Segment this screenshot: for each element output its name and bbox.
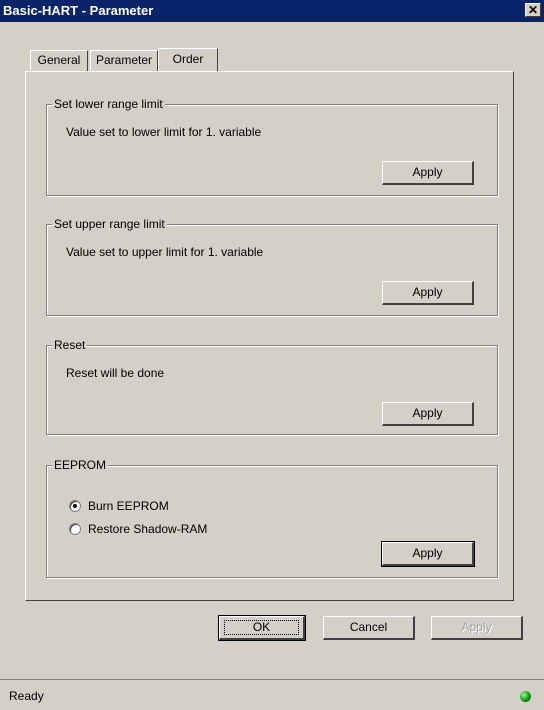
tab-general[interactable]: General [30, 50, 88, 71]
ok-focus-rect [224, 620, 299, 635]
apply-label: Apply [461, 620, 492, 634]
status-bar: Ready [0, 679, 544, 710]
apply-reset-label: Apply [412, 406, 443, 420]
tab-order-label: Order [172, 52, 204, 66]
group-reset-legend: Reset [52, 338, 88, 352]
ok-button[interactable]: OK [218, 615, 306, 641]
radio-restore-shadow-ram-indicator[interactable] [69, 523, 81, 535]
group-reset: Reset Reset will be done Apply [46, 338, 498, 435]
cancel-button[interactable]: Cancel [323, 616, 415, 640]
tab-parameter-label: Parameter [95, 53, 153, 67]
radio-restore-shadow-ram[interactable]: Restore Shadow-RAM [69, 522, 207, 536]
tab-panel-order: Set lower range limit Value set to lower… [25, 71, 514, 601]
radio-burn-eeprom-indicator[interactable] [69, 500, 81, 512]
tab-order[interactable]: Order [158, 48, 218, 71]
radio-burn-eeprom[interactable]: Burn EEPROM [69, 499, 169, 513]
tab-general-label: General [37, 53, 81, 67]
cancel-label: Cancel [349, 620, 388, 634]
upper-range-description: Value set to upper limit for 1. variable [66, 245, 264, 259]
lower-range-description: Value set to lower limit for 1. variable [66, 125, 262, 139]
group-lower-range: Set lower range limit Value set to lower… [46, 97, 498, 196]
close-button[interactable]: ✕ [525, 3, 541, 17]
apply-lower-range-button[interactable]: Apply [382, 161, 474, 185]
apply-upper-range-label: Apply [412, 285, 443, 299]
apply-upper-range-button[interactable]: Apply [382, 281, 474, 305]
reset-description: Reset will be done [66, 366, 165, 380]
group-lower-range-legend: Set lower range limit [52, 97, 165, 111]
apply-reset-button[interactable]: Apply [382, 402, 474, 426]
group-eeprom: EEPROM Burn EEPROM Restore Shadow-RAM Ap… [46, 458, 498, 578]
status-ok-icon [520, 691, 531, 702]
apply-lower-range-label: Apply [412, 165, 443, 179]
apply-eeprom-button[interactable]: Apply [381, 541, 475, 567]
title-bar: Basic-HART - Parameter ✕ [0, 0, 544, 22]
status-text: Ready [9, 689, 44, 703]
group-eeprom-legend: EEPROM [52, 458, 109, 472]
close-icon: ✕ [527, 3, 539, 17]
apply-eeprom-label: Apply [412, 546, 443, 560]
radio-burn-eeprom-label: Burn EEPROM [88, 499, 169, 513]
group-upper-range: Set upper range limit Value set to upper… [46, 217, 498, 316]
radio-restore-shadow-ram-label: Restore Shadow-RAM [88, 522, 208, 536]
tab-parameter[interactable]: Parameter [90, 50, 158, 71]
group-upper-range-legend: Set upper range limit [52, 217, 167, 231]
window-title: Basic-HART - Parameter [3, 3, 154, 18]
apply-button[interactable]: Apply [431, 616, 523, 640]
